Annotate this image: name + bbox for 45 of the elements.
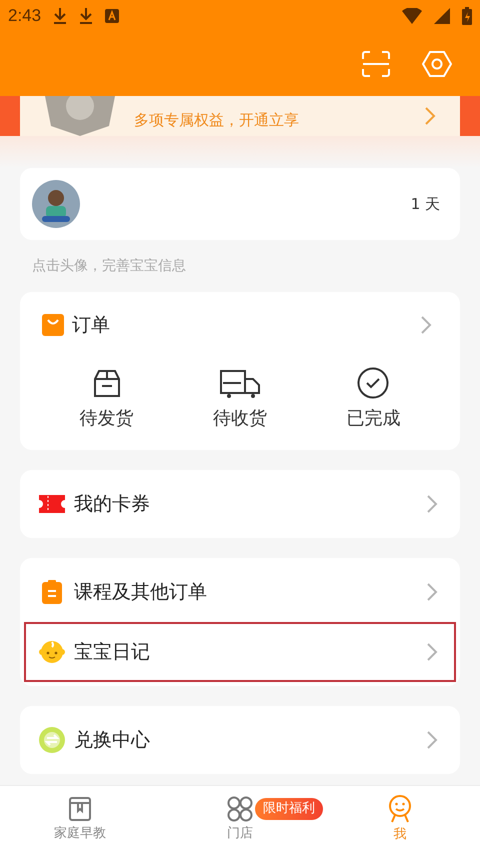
truck-icon [218, 369, 261, 399]
notification-icon [105, 9, 120, 23]
clipboard-icon [42, 580, 62, 604]
ticket-icon [39, 495, 65, 513]
battery-icon [462, 7, 472, 25]
menu-item[interactable]: 兑换中心 [20, 710, 460, 770]
chevron-icon [420, 315, 432, 335]
scan-icon[interactable] [362, 51, 390, 77]
menu-item[interactable]: 我的卡券 [20, 474, 460, 534]
signal-icon [434, 8, 450, 24]
exchange-icon [39, 727, 65, 753]
orders-title: 订单 [72, 312, 111, 338]
nav-tab[interactable]: 门店 限时福利 [160, 786, 320, 853]
order-status-button[interactable]: 已完成 [323, 358, 424, 432]
baby-face-icon [39, 639, 65, 665]
chevron-icon [426, 494, 438, 514]
box-icon [92, 369, 122, 399]
download-icon [79, 8, 94, 24]
shopping-bag-icon [42, 314, 64, 336]
menu-item[interactable]: 宝宝日记 [24, 622, 456, 682]
menu-label: 我的卡券 [74, 492, 151, 517]
wifi-icon [402, 8, 422, 24]
chevron-icon [426, 730, 438, 750]
chevron-icon [426, 582, 438, 602]
menu-item[interactable]: 课程及其他订单 [20, 562, 460, 622]
banner-text: 多项专属权益，开通立享 [134, 110, 300, 131]
status-time: 2:43 [8, 5, 42, 28]
order-status-button[interactable]: 待发货 [56, 358, 157, 432]
check-circle-icon [357, 367, 390, 399]
avatar[interactable] [32, 180, 80, 228]
promo-badge: 限时福利 [255, 798, 323, 820]
menu-label: 兑换中心 [74, 728, 151, 753]
days-count: 1 天 [410, 194, 441, 215]
settings-icon[interactable] [422, 51, 452, 77]
chevron-icon [426, 642, 438, 662]
menu-label: 宝宝日记 [74, 640, 151, 665]
menu-label: 课程及其他订单 [74, 580, 208, 605]
chevron-icon [424, 106, 436, 126]
grid-icon [227, 796, 253, 822]
order-status-button[interactable]: 待收货 [190, 358, 290, 432]
book-icon [68, 796, 92, 822]
profile-hint: 点击头像，完善宝宝信息 [32, 256, 186, 276]
download-icon [53, 8, 68, 24]
nav-tab[interactable]: 家庭早教 [0, 786, 160, 853]
smiley-person-icon [387, 794, 413, 823]
